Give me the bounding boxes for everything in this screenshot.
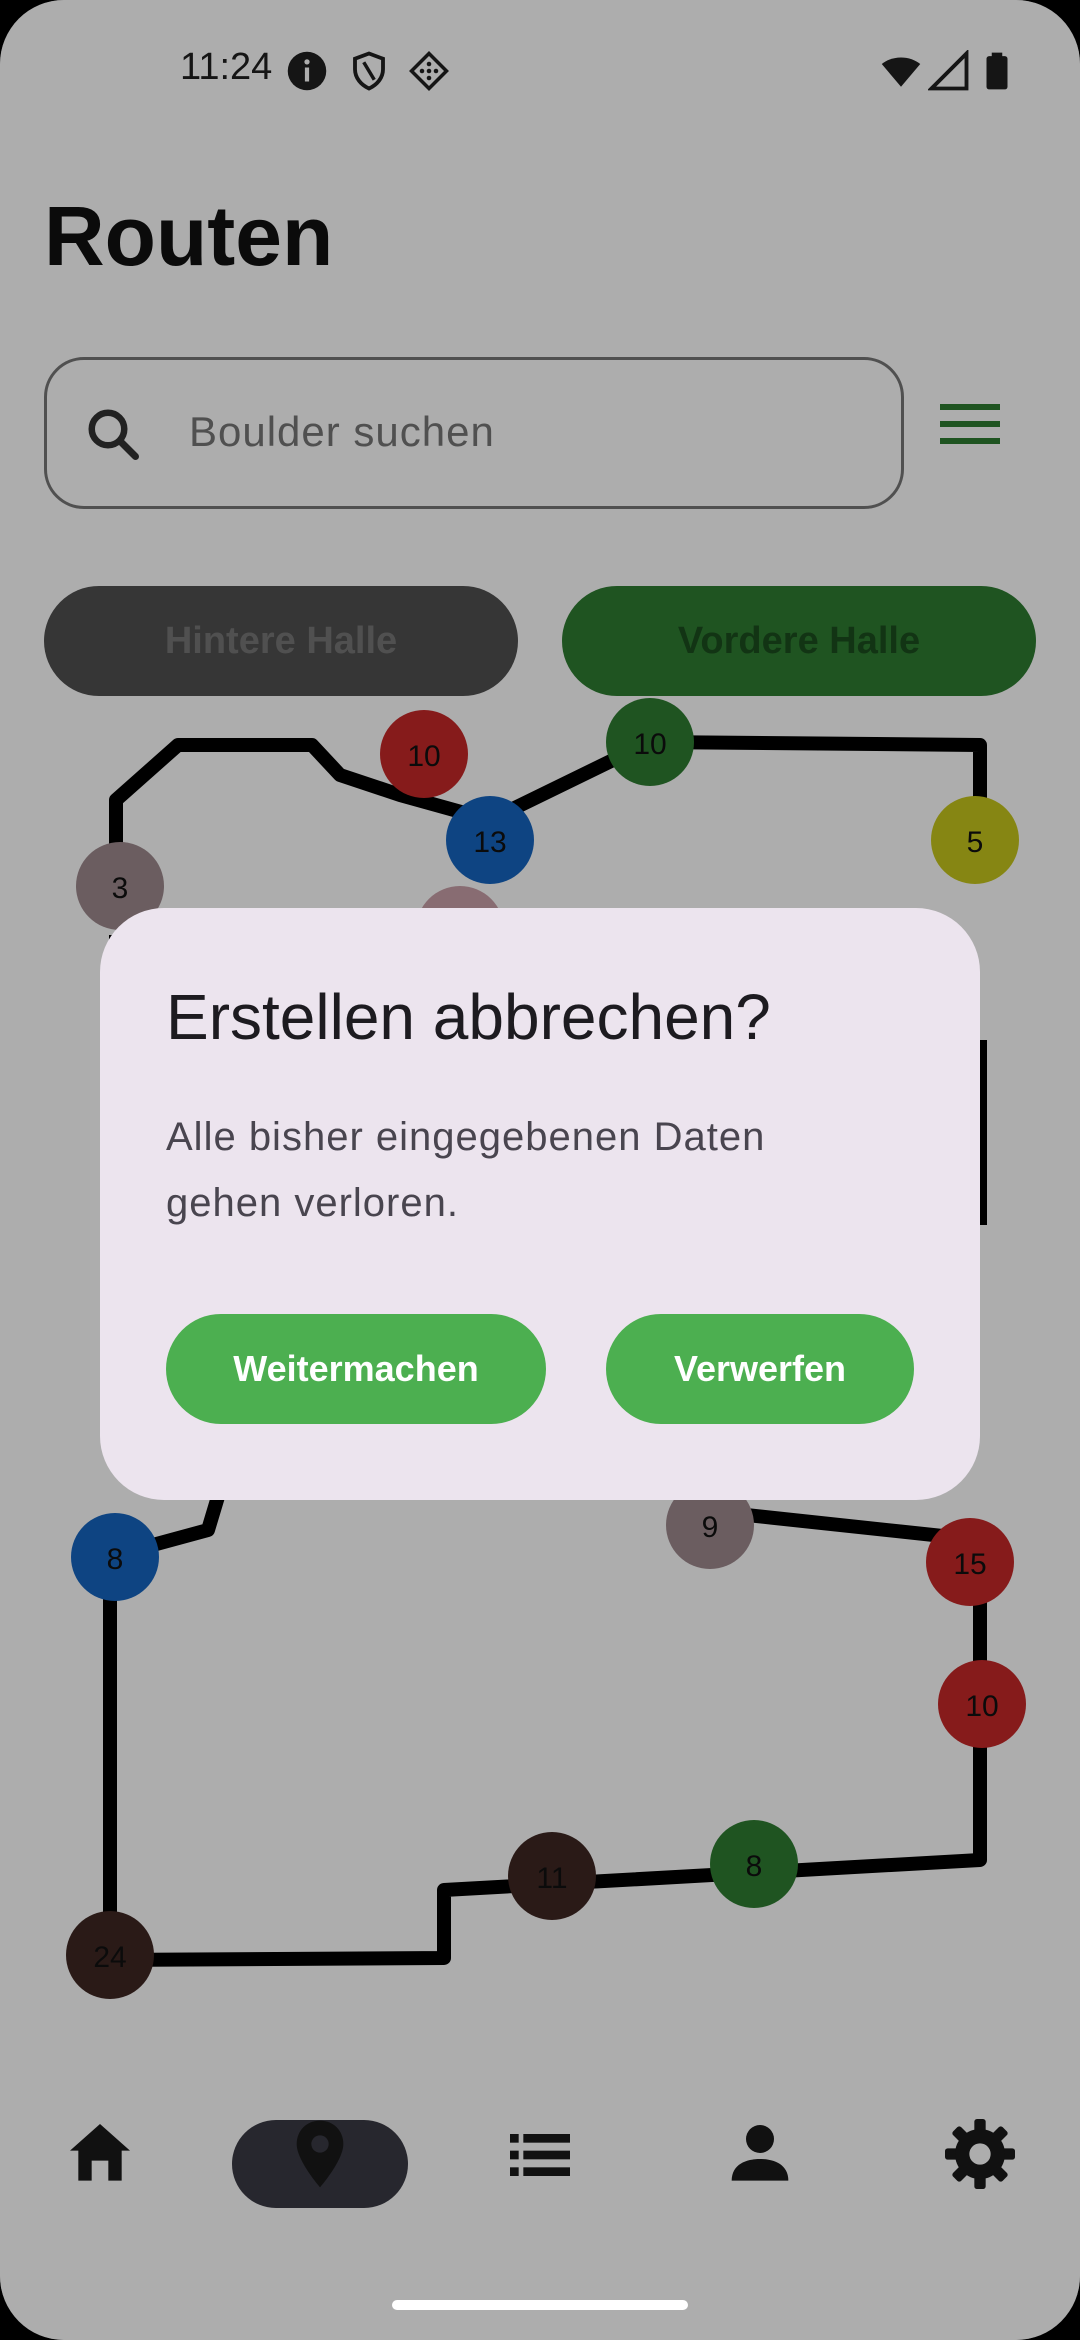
continue-button[interactable]: Weitermachen (166, 1314, 546, 1424)
dialog-message: Alle bisher eingegebenen Daten gehen ver… (166, 1115, 766, 1225)
cancel-create-dialog: Erstellen abbrechen? Alle bisher eingege… (100, 908, 980, 1500)
home-indicator[interactable] (392, 2300, 688, 2310)
app-screen: 11:24 Routen Boulder suchen Hintere Hall… (0, 0, 1080, 2340)
discard-button[interactable]: Verwerfen (606, 1314, 914, 1424)
dialog-title: Erstellen abbrechen? (166, 981, 771, 1053)
